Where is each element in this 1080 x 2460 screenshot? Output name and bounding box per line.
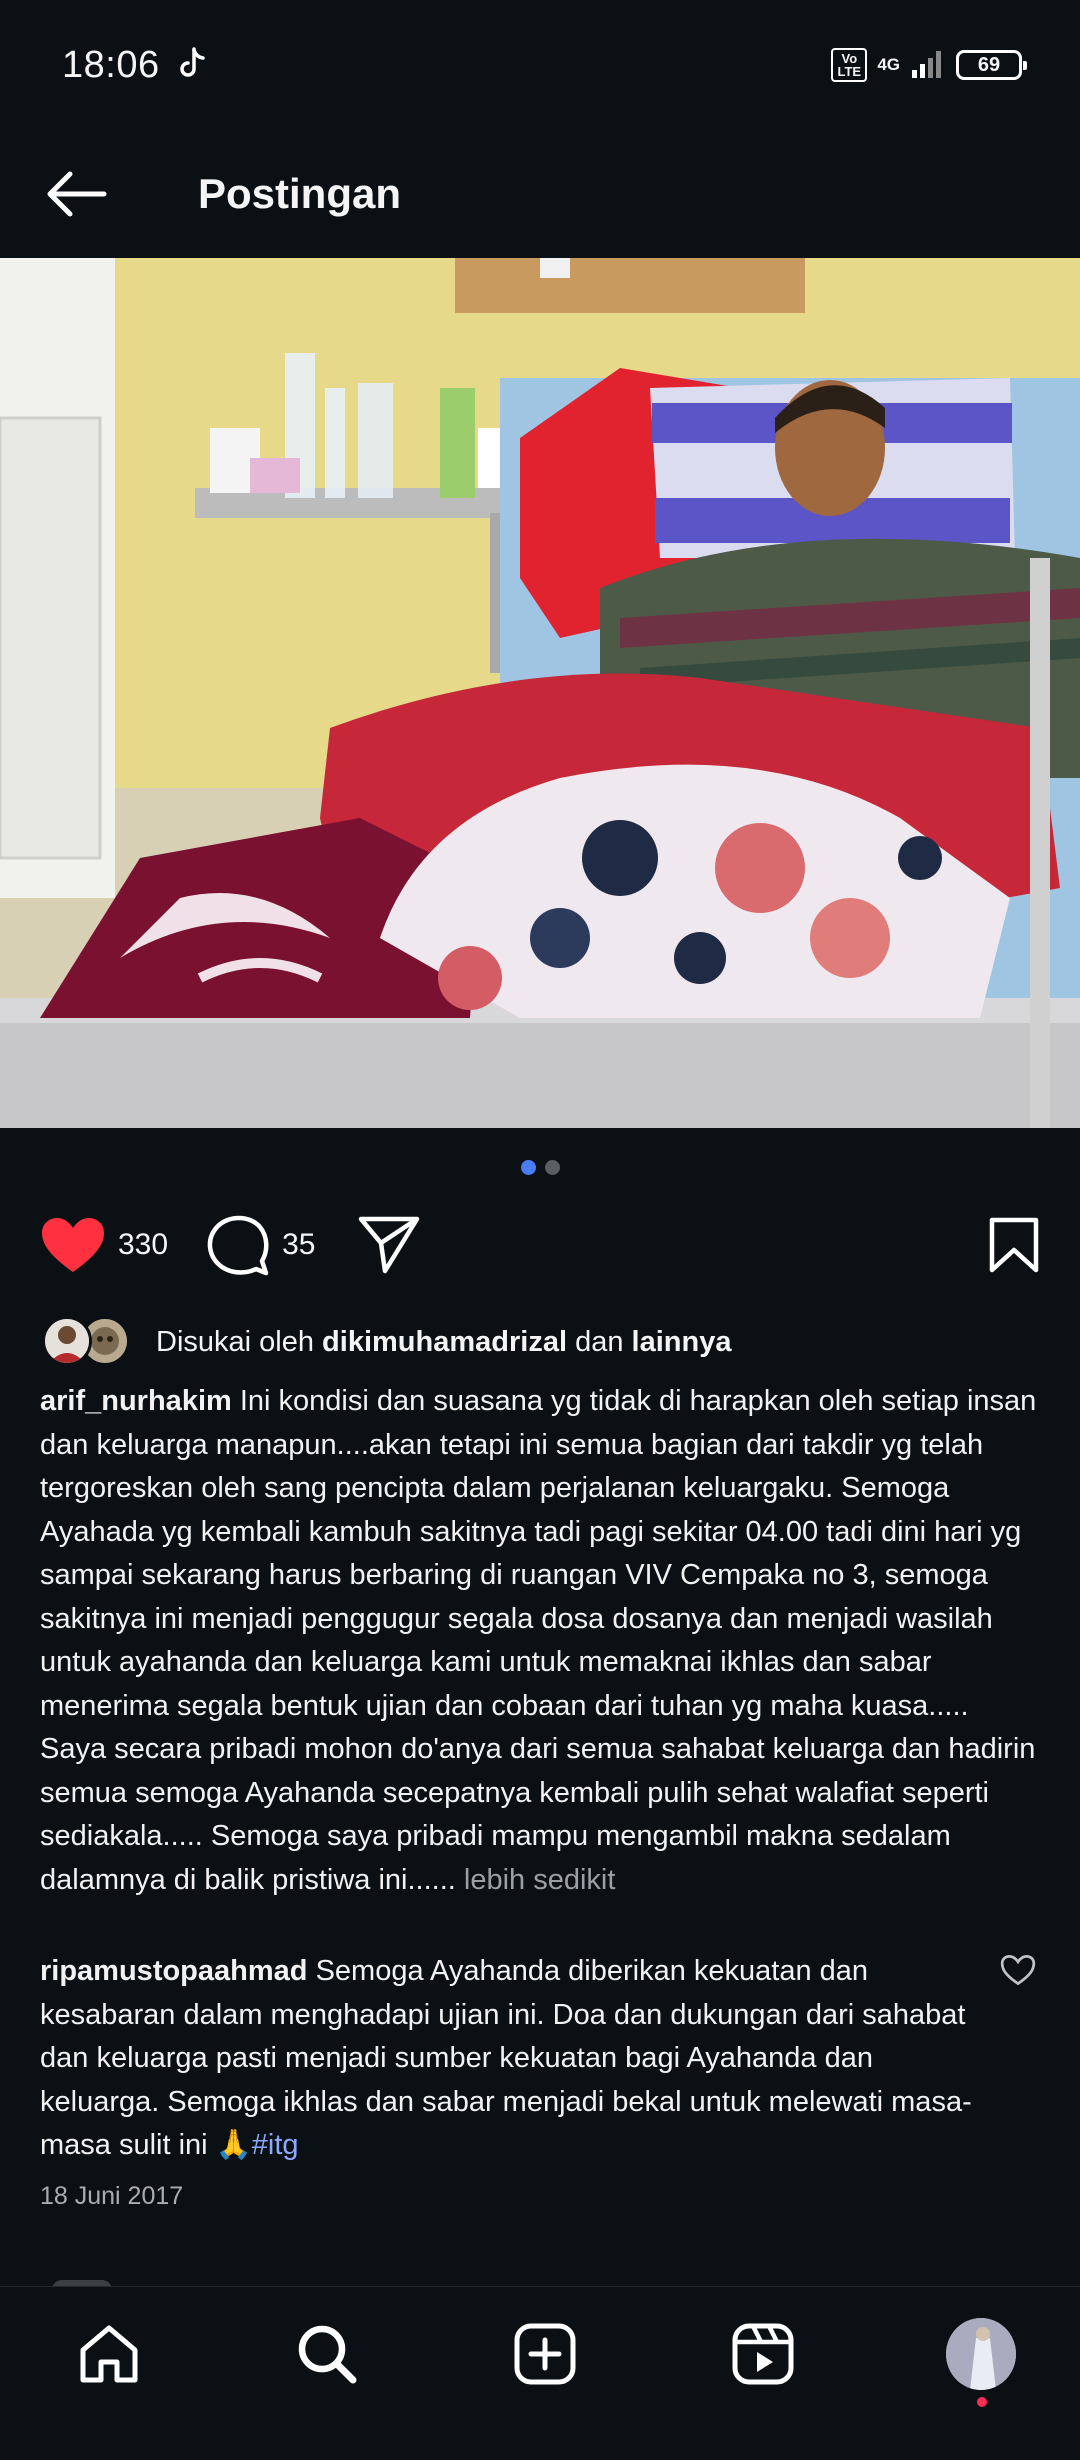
bookmark-icon[interactable] <box>988 1216 1040 1274</box>
carousel-dot <box>544 1160 560 1175</box>
caption-paragraph-2: Saya secara pribadi mohon do'anya dari s… <box>40 1728 1040 1902</box>
heart-filled-icon[interactable] <box>40 1216 106 1274</box>
nav-search[interactable] <box>290 2317 364 2391</box>
search-icon <box>298 2325 357 2384</box>
bottom-navigation <box>0 2286 1080 2460</box>
liker-avatars <box>42 1316 136 1368</box>
comment-like-button[interactable] <box>1000 1954 1040 1994</box>
speech-bubble-icon[interactable] <box>206 1213 270 1277</box>
status-bar: 18:06 Vo LTE 4G 69 <box>0 0 1080 130</box>
carousel-dot-active <box>520 1160 536 1175</box>
arrow-left-icon <box>47 171 107 217</box>
signal-icon <box>912 48 946 83</box>
nav-create[interactable] <box>508 2317 582 2391</box>
paper-plane-icon[interactable] <box>357 1215 421 1275</box>
comment-item: ripamustopaahmad Semoga Ayahanda diberik… <box>40 1950 1000 2168</box>
like-action: 330 <box>40 1216 168 1274</box>
liked-by-user[interactable]: dikimuhamadrizal <box>322 1326 567 1358</box>
page-title: Postingan <box>198 170 402 217</box>
like-count[interactable]: 330 <box>118 1228 168 1262</box>
post-image[interactable] <box>0 258 1080 1128</box>
top-bar: Postingan <box>0 130 1080 258</box>
nav-profile[interactable] <box>944 2316 1018 2407</box>
action-bar: 330 35 <box>40 1210 1040 1280</box>
heart-outline-icon <box>1000 1954 1036 1986</box>
liked-by-prefix: Disukai oleh <box>156 1325 314 1358</box>
clock: 18:06 <box>62 43 160 86</box>
reels-icon <box>732 2323 794 2385</box>
avatar <box>42 1316 92 1366</box>
create-icon <box>514 2323 576 2385</box>
notification-dot <box>977 2397 987 2407</box>
post-caption: arif_nurhakim Ini kondisi dan suasana yg… <box>40 1380 1040 1902</box>
less-button[interactable]: lebih sedikit <box>464 1864 616 1896</box>
status-left: 18:06 <box>62 44 206 87</box>
battery-indicator: 69 <box>956 50 1027 80</box>
caption-paragraph-1: arif_nurhakim Ini kondisi dan suasana yg… <box>40 1380 1040 1728</box>
liked-by-others[interactable]: lainnya <box>632 1326 732 1358</box>
volte-badge: Vo LTE <box>831 48 868 82</box>
status-right: Vo LTE 4G 69 <box>831 48 1027 83</box>
comment-count[interactable]: 35 <box>282 1228 315 1262</box>
liked-by-text: Disukai oleh dikimuhamadrizal dan lainny… <box>156 1326 731 1359</box>
tiktok-icon <box>178 46 206 84</box>
save-action[interactable] <box>988 1216 1040 1274</box>
liked-by-row[interactable]: Disukai oleh dikimuhamadrizal dan lainny… <box>42 1316 731 1368</box>
caption-username[interactable]: arif_nurhakim <box>40 1385 232 1417</box>
comment-action: 35 <box>206 1213 315 1277</box>
comment-hashtag[interactable]: #itg <box>252 2129 299 2161</box>
carousel-indicator <box>0 1160 1080 1175</box>
profile-avatar <box>944 2316 1018 2392</box>
back-button[interactable] <box>36 154 116 234</box>
liked-by-join: dan <box>575 1325 624 1358</box>
nav-reels[interactable] <box>726 2317 800 2391</box>
share-action[interactable] <box>357 1215 421 1275</box>
post-date: 18 Juni 2017 <box>40 2182 184 2210</box>
nav-home[interactable] <box>72 2317 146 2391</box>
caption-text-1: Ini kondisi dan suasana yg tidak di hara… <box>40 1385 1037 1722</box>
network-type: 4G <box>877 55 900 74</box>
comment-username[interactable]: ripamustopaahmad <box>40 1955 308 1987</box>
home-icon <box>80 2325 138 2383</box>
